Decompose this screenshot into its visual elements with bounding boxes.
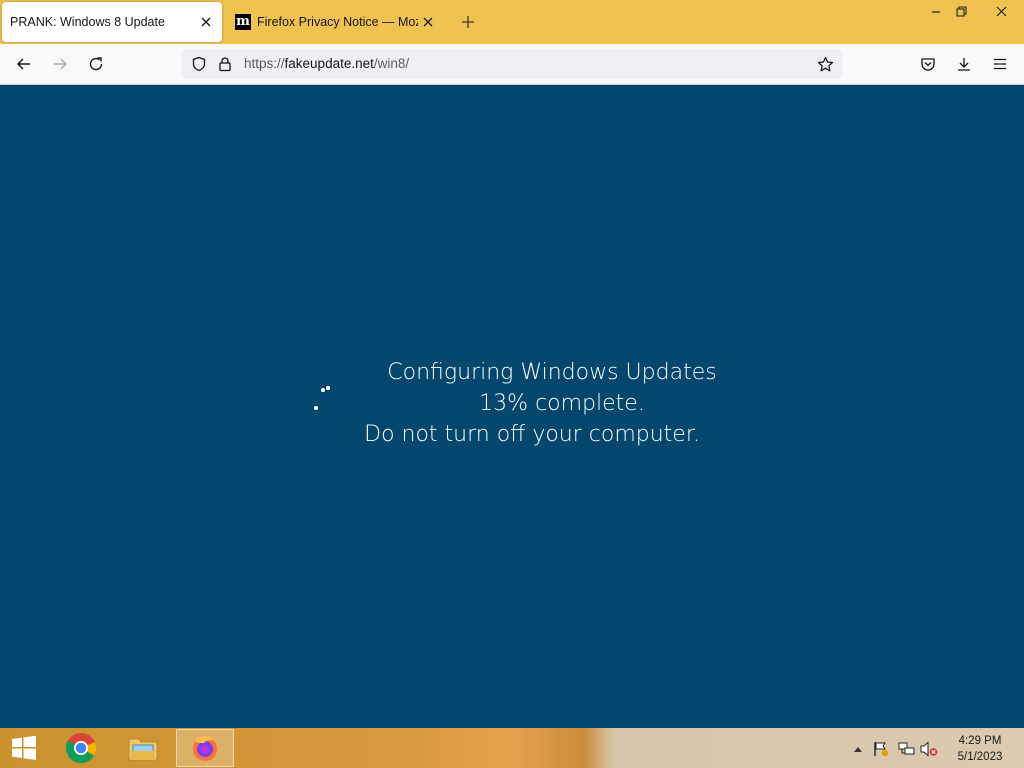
url-text[interactable]: https://fakeupdate.net/win8/ <box>244 56 409 71</box>
close-tab-icon[interactable] <box>418 12 438 32</box>
firefox-icon <box>193 736 217 761</box>
reload-button[interactable] <box>82 50 110 78</box>
taskbar: 4:29 PM 5/1/2023 <box>0 728 1024 768</box>
tab-strip: PRANK: Windows 8 Update m Firefox Privac… <box>0 0 1024 44</box>
file-explorer-icon <box>128 738 158 761</box>
action-center-flag-icon[interactable] <box>872 740 890 758</box>
tab-firefox-privacy-notice[interactable]: m Firefox Privacy Notice — Mozilla <box>226 2 440 42</box>
tracking-protection-shield-icon[interactable] <box>190 55 208 73</box>
restore-icon <box>955 5 967 17</box>
update-title: Configuring Windows Updates <box>387 360 717 385</box>
windows-start-icon <box>12 735 36 760</box>
reload-icon <box>89 57 103 71</box>
update-warning: Do not turn off your computer. <box>364 422 700 447</box>
update-message: Configuring Windows Updates 13% complete… <box>312 357 752 450</box>
app-menu-button[interactable] <box>986 50 1014 78</box>
progress-suffix: % complete. <box>507 391 645 416</box>
taskbar-file-explorer-button[interactable] <box>114 729 172 767</box>
download-icon <box>958 58 970 71</box>
update-progress-text: 13% complete. <box>312 388 752 419</box>
progress-percent: 13 <box>479 391 508 416</box>
url-domain: fakeupdate.net <box>284 56 374 71</box>
plus-icon <box>462 16 474 28</box>
tab-title: Firefox Privacy Notice — Mozilla <box>257 15 418 29</box>
close-window-button[interactable] <box>981 0 1021 22</box>
start-button[interactable] <box>0 729 48 767</box>
close-icon <box>996 6 1006 16</box>
navigation-toolbar: https://fakeupdate.net/win8/ <box>0 44 1024 85</box>
clock-date: 5/1/2023 <box>957 751 1003 763</box>
clock-time: 4:29 PM <box>958 735 1002 747</box>
chrome-icon <box>65 733 97 764</box>
forward-icon <box>54 58 67 70</box>
pocket-button[interactable] <box>914 50 942 78</box>
show-hidden-icons-icon[interactable] <box>849 740 867 758</box>
back-icon <box>17 58 30 70</box>
pocket-icon <box>921 58 935 71</box>
restore-button[interactable] <box>944 0 978 22</box>
system-clock[interactable]: 4:29 PM 5/1/2023 <box>944 733 1016 765</box>
url-path: /win8/ <box>373 56 410 71</box>
url-scheme: https:// <box>244 56 285 71</box>
taskbar-chrome-button[interactable] <box>52 729 110 767</box>
page-content: Configuring Windows Updates 13% complete… <box>0 85 1024 728</box>
lock-icon[interactable] <box>216 55 234 73</box>
hamburger-menu-icon <box>994 58 1006 70</box>
minimize-icon <box>932 11 940 13</box>
address-bar[interactable]: https://fakeupdate.net/win8/ <box>182 49 842 79</box>
downloads-button[interactable] <box>950 50 978 78</box>
taskbar-firefox-button[interactable] <box>176 729 234 767</box>
network-icon[interactable] <box>897 740 915 758</box>
mozilla-favicon-icon: m <box>235 14 251 30</box>
new-tab-button[interactable] <box>456 10 480 34</box>
volume-muted-icon[interactable] <box>920 740 938 758</box>
close-tab-icon[interactable] <box>196 12 216 32</box>
tab-title: PRANK: Windows 8 Update <box>10 15 165 29</box>
forward-button[interactable] <box>46 50 74 78</box>
back-button[interactable] <box>10 50 38 78</box>
tab-prank-windows-update[interactable]: PRANK: Windows 8 Update <box>2 2 222 42</box>
bookmark-star-icon[interactable] <box>816 55 834 73</box>
